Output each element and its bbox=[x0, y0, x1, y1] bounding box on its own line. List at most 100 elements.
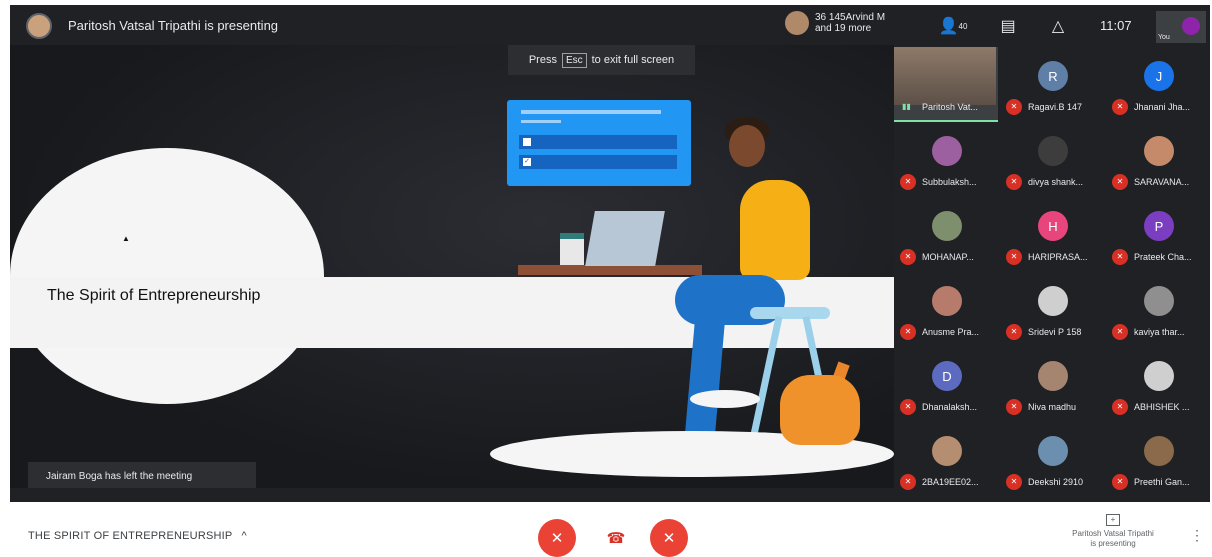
mic-off-icon: ✕ bbox=[1006, 174, 1022, 190]
participant-tile[interactable]: ✕ ABHISHEK ... bbox=[1106, 347, 1210, 420]
participant-name: MOHANAP... bbox=[922, 252, 974, 262]
checkbox-icon bbox=[523, 138, 531, 146]
presenter-avatar bbox=[26, 13, 52, 39]
top-bar: Paritosh Vatsal Tripathi is presenting 3… bbox=[10, 5, 1210, 45]
bottom-bar: THE SPIRIT OF ENTREPRENEURSHIP ^ ✕ ☎ ✕ +… bbox=[0, 502, 1212, 557]
presentation-stage: The Spirit of Entrepreneurship ▲ ✓ Press… bbox=[10, 45, 894, 488]
participant-name: Subbulaksh... bbox=[922, 177, 977, 187]
mic-off-icon: ✕ bbox=[900, 174, 916, 190]
participant-name: Dhanalaksh... bbox=[922, 402, 978, 412]
mic-off-icon: ✕ bbox=[1006, 399, 1022, 415]
participant-video bbox=[894, 47, 996, 105]
mic-off-icon: ✕ bbox=[1112, 324, 1128, 340]
participant-avatar: D bbox=[932, 361, 962, 391]
esc-hint-after: to exit full screen bbox=[591, 54, 675, 66]
mic-off-icon: ✕ bbox=[900, 249, 916, 265]
participant-name: Preethi Gan... bbox=[1134, 477, 1190, 487]
checkbox-checked-icon: ✓ bbox=[523, 158, 531, 166]
mic-toggle-button[interactable]: ✕ bbox=[538, 519, 576, 557]
participant-tile[interactable]: ✕ Preethi Gan... bbox=[1106, 422, 1210, 495]
participant-tile[interactable]: ✕ SARAVANA... bbox=[1106, 122, 1210, 195]
participant-name: Ragavi.B 147 bbox=[1028, 102, 1083, 112]
participant-tile[interactable]: ✕ MOHANAP... bbox=[894, 197, 998, 270]
speaking-indicator-icon: ▮▮ bbox=[902, 102, 911, 111]
present-line2: is presenting bbox=[1090, 539, 1136, 548]
participant-tile[interactable]: ✕ Niva madhu bbox=[1000, 347, 1104, 420]
participant-tile[interactable]: R ✕ Ragavi.B 147 bbox=[1000, 47, 1104, 120]
participant-tile[interactable]: ✕ Deekshi 2910 bbox=[1000, 422, 1104, 495]
laptop-illustration bbox=[585, 211, 665, 266]
chat-button[interactable]: ▤ bbox=[995, 13, 1021, 39]
participant-name: Jhanani Jha... bbox=[1134, 102, 1191, 112]
participant-name: Prateek Cha... bbox=[1134, 252, 1192, 262]
participant-avatar: P bbox=[1144, 211, 1174, 241]
participant-avatar: H bbox=[1038, 211, 1068, 241]
participant-tile[interactable]: ▮▮ Paritosh Vat... bbox=[894, 47, 998, 122]
participant-name: Sridevi P 158 bbox=[1028, 327, 1082, 337]
mic-off-icon: ✕ bbox=[1006, 99, 1022, 115]
chat-icon: ▤ bbox=[1000, 18, 1016, 35]
activities-button[interactable]: △ bbox=[1045, 13, 1071, 39]
participant-name: Anusme Pra... bbox=[922, 327, 980, 337]
clock: 11:07 bbox=[1100, 18, 1132, 33]
leave-call-button[interactable]: ☎ bbox=[597, 519, 635, 557]
esc-key: Esc bbox=[561, 52, 587, 68]
card-row bbox=[519, 135, 677, 149]
participant-tile[interactable]: H ✕ HARIPRASA... bbox=[1000, 197, 1104, 270]
participant-grid: ▮▮ Paritosh Vat... R ✕ Ragavi.B 147 J ✕ Jhanani… bbox=[894, 47, 1210, 499]
presenting-title: Paritosh Vatsal Tripathi is presenting bbox=[68, 18, 279, 33]
participant-tile[interactable]: ✕ Anusme Pra... bbox=[894, 272, 998, 345]
participant-avatar bbox=[1144, 136, 1174, 166]
participant-avatar bbox=[932, 436, 962, 466]
participants-preview-line2: and 19 more bbox=[815, 23, 872, 34]
floor-shadow-illustration bbox=[690, 390, 760, 408]
mic-off-icon: ✕ bbox=[1006, 324, 1022, 340]
participant-name: HARIPRASA... bbox=[1028, 252, 1088, 262]
participant-tile[interactable]: ✕ kaviya thar... bbox=[1106, 272, 1210, 345]
person-head-illustration bbox=[729, 125, 765, 167]
camera-toggle-button[interactable]: ✕ bbox=[650, 519, 688, 557]
participant-tile[interactable]: ✕ 2BA19EE02... bbox=[894, 422, 998, 495]
self-view-tile[interactable]: You bbox=[1156, 11, 1206, 43]
meeting-details-button[interactable]: THE SPIRIT OF ENTREPRENEURSHIP ^ bbox=[28, 530, 247, 542]
more-options-icon[interactable]: ⋮ bbox=[1190, 527, 1204, 544]
participant-name: SARAVANA... bbox=[1134, 177, 1190, 187]
mic-off-icon: ✕ bbox=[900, 474, 916, 490]
participant-name: 2BA19EE02... bbox=[922, 477, 979, 487]
mic-off-icon: ✕ bbox=[1112, 174, 1128, 190]
people-icon: 👤 bbox=[938, 18, 959, 35]
fullscreen-hint: Press Esc to exit full screen bbox=[508, 45, 695, 75]
mic-off-icon: ✕ bbox=[1112, 249, 1128, 265]
left-meeting-toast: Jairam Boga has left the meeting bbox=[28, 462, 256, 488]
participant-tile[interactable]: ✕ divya shank... bbox=[1000, 122, 1104, 195]
card-line bbox=[521, 110, 661, 114]
participant-avatar bbox=[1144, 361, 1174, 391]
participant-avatar bbox=[1038, 361, 1068, 391]
activities-icon: △ bbox=[1051, 18, 1065, 35]
people-count: 40 bbox=[958, 21, 968, 31]
participants-preview[interactable]: 36 145Arvind M and 19 more bbox=[785, 11, 885, 35]
mic-off-icon: ✕ bbox=[1006, 249, 1022, 265]
participant-tile[interactable]: ✕ Sridevi P 158 bbox=[1000, 272, 1104, 345]
participant-avatar: J bbox=[1144, 61, 1174, 91]
camera-off-icon: ✕ bbox=[662, 530, 676, 547]
participant-avatar bbox=[1144, 436, 1174, 466]
participant-tile[interactable]: D ✕ Dhanalaksh... bbox=[894, 347, 998, 420]
card-row: ✓ bbox=[519, 155, 677, 169]
slide-circle-shape bbox=[10, 148, 324, 404]
mic-off-icon: ✕ bbox=[1112, 399, 1128, 415]
participant-tile[interactable]: ✕ Subbulaksh... bbox=[894, 122, 998, 195]
participant-tile[interactable]: P ✕ Prateek Cha... bbox=[1106, 197, 1210, 270]
people-button[interactable]: 👤 40 bbox=[938, 13, 968, 39]
checklist-card-illustration: ✓ bbox=[507, 100, 691, 186]
meet-window: Paritosh Vatsal Tripathi is presenting 3… bbox=[10, 5, 1210, 502]
meeting-title: THE SPIRIT OF ENTREPRENEURSHIP bbox=[28, 530, 233, 542]
participant-avatar bbox=[932, 136, 962, 166]
mic-off-icon: ✕ bbox=[1112, 99, 1128, 115]
stool-seat-illustration bbox=[750, 307, 830, 319]
participant-tile[interactable]: J ✕ Jhanani Jha... bbox=[1106, 47, 1210, 120]
chevron-up-icon: ^ bbox=[241, 530, 247, 542]
participants-preview-text: 36 145Arvind M and 19 more bbox=[815, 12, 885, 34]
presentation-status-button[interactable]: + Paritosh Vatsal Tripathi is presenting bbox=[1058, 514, 1168, 549]
mic-off-icon: ✕ bbox=[900, 399, 916, 415]
